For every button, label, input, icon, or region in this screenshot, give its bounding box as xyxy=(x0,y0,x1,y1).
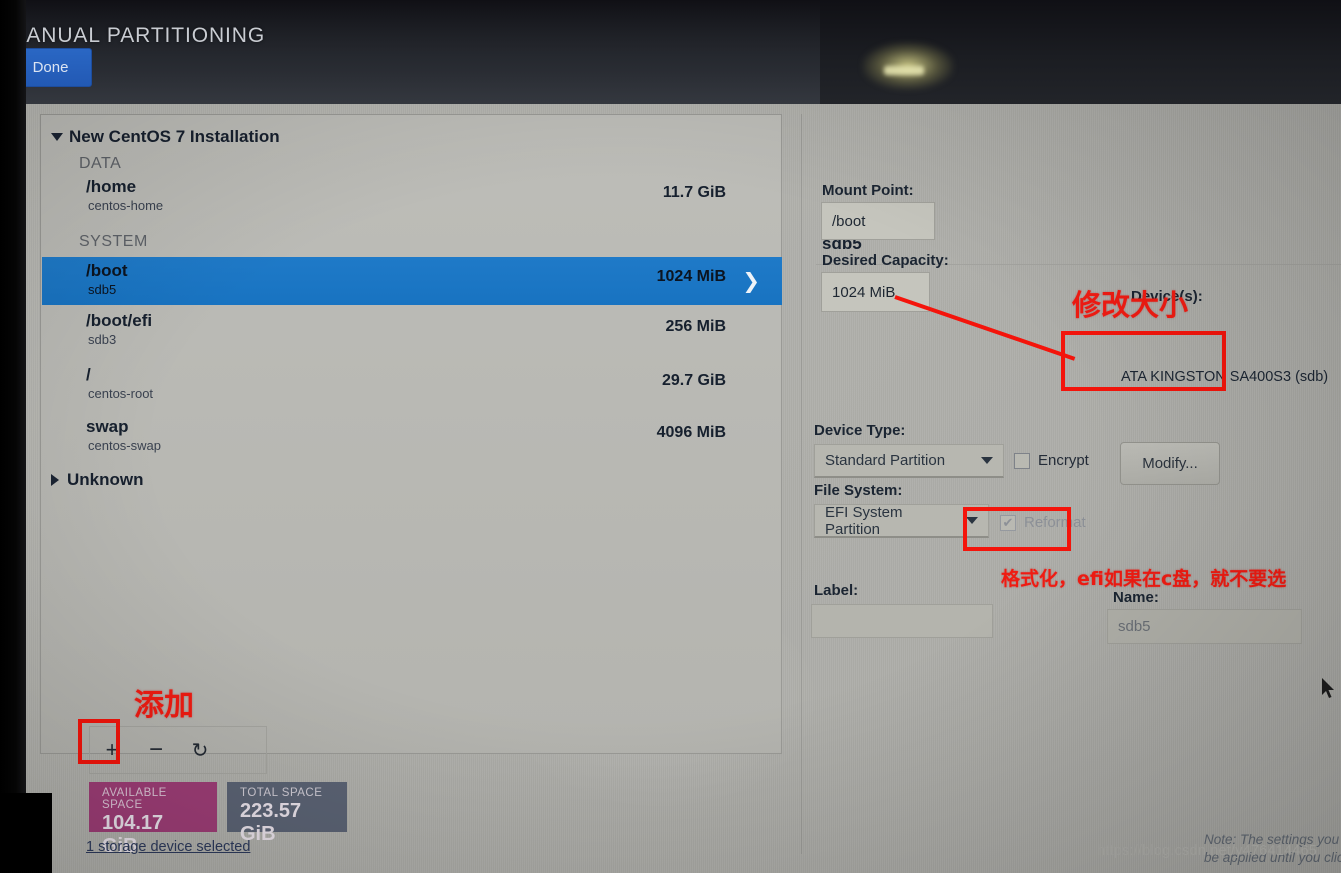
page-title: MANUAL PARTITIONING xyxy=(8,24,266,47)
refresh-icon[interactable]: ↻ xyxy=(178,727,222,773)
name-input[interactable]: sdb5 xyxy=(1107,609,1302,644)
table-row-selected[interactable]: /boot sdb5 1024 MiB ❯ xyxy=(42,257,782,305)
partition-mount: swap xyxy=(86,417,129,436)
desired-capacity-input[interactable]: 1024 MiB xyxy=(821,272,930,312)
table-row[interactable]: /home centos-home 11.7 GiB xyxy=(42,173,782,221)
table-row[interactable]: / centos-root 29.7 GiB xyxy=(42,361,782,409)
device-type-select[interactable]: Standard Partition xyxy=(814,444,1004,478)
minus-icon[interactable]: − xyxy=(134,727,178,773)
encrypt-label: Encrypt xyxy=(1038,452,1089,469)
label-field-label: Label: xyxy=(814,582,859,599)
partition-device: centos-home xyxy=(88,198,164,213)
partition-size: 11.7 GiB xyxy=(662,184,726,201)
content-surface: New CentOS 7 Installation DATA /home cen… xyxy=(26,104,1341,873)
monitor-bezel-corner xyxy=(0,793,52,873)
partition-size: 29.7 GiB xyxy=(661,372,726,389)
partition-device: centos-root xyxy=(88,386,154,401)
annotation-add: 添加 xyxy=(134,688,194,723)
tree-root-new-installation[interactable]: New CentOS 7 Installation xyxy=(51,127,280,147)
checkbox-icon xyxy=(1014,452,1030,469)
available-space-caption: AVAILABLE SPACE xyxy=(102,787,167,811)
partition-size: 4096 MiB xyxy=(656,424,726,441)
file-system-value: EFI System Partition xyxy=(825,503,903,538)
space-summary: AVAILABLE SPACE 104.17 GiB TOTAL SPACE 2… xyxy=(89,782,347,857)
group-label-data: DATA xyxy=(79,155,122,172)
label-input[interactable] xyxy=(811,604,993,638)
encrypt-checkbox[interactable]: Encrypt xyxy=(1014,452,1089,469)
annotation-box-modify xyxy=(1061,331,1226,391)
panel-divider xyxy=(801,114,802,854)
total-space-badge: TOTAL SPACE 223.57 GiB xyxy=(227,782,347,845)
mount-point-label: Mount Point: xyxy=(822,182,914,199)
file-system-label: File System: xyxy=(814,482,903,499)
partition-mount: /home xyxy=(86,177,137,196)
device-type-label: Device Type: xyxy=(814,422,906,439)
tree-node-unknown[interactable]: Unknown xyxy=(51,470,144,490)
screen-glare-core xyxy=(884,66,924,75)
total-space-caption: TOTAL SPACE xyxy=(240,787,323,799)
tree-root-label: New CentOS 7 Installation xyxy=(69,127,280,146)
chevron-right-icon xyxy=(51,474,59,486)
chevron-down-icon xyxy=(51,133,63,141)
partition-mount: /boot/efi xyxy=(86,311,153,330)
watermark: https://blog.csdn.net/y476414465 xyxy=(1097,843,1318,859)
annotation-modify-size: 修改大小 xyxy=(1072,288,1189,322)
partition-device: centos-swap xyxy=(88,438,161,453)
table-row[interactable]: swap centos-swap 4096 MiB xyxy=(42,413,782,461)
partition-device: sdb3 xyxy=(88,332,117,347)
header-sheen xyxy=(0,0,820,104)
annotation-box-add xyxy=(78,719,120,764)
partition-mount: /boot xyxy=(86,261,128,280)
annotation-arrow-line xyxy=(894,295,1076,361)
tree-unknown-label: Unknown xyxy=(67,470,144,489)
partition-mount: / xyxy=(86,365,91,384)
available-space-badge: AVAILABLE SPACE 104.17 GiB xyxy=(89,782,217,857)
modify-button[interactable]: Modify... xyxy=(1120,442,1220,485)
group-label-system: SYSTEM xyxy=(79,233,148,250)
monitor-bezel-left xyxy=(0,0,26,873)
desired-capacity-label: Desired Capacity: xyxy=(822,252,949,269)
mount-point-input[interactable]: /boot xyxy=(821,202,935,240)
screenshot-root: MANUAL PARTITIONING Done New CentOS 7 In… xyxy=(0,0,1341,873)
mouse-cursor-icon xyxy=(1322,678,1334,698)
installer-header: MANUAL PARTITIONING Done xyxy=(0,0,1341,104)
storage-device-selected-link[interactable]: 1 storage device selected xyxy=(86,839,250,855)
main-content: New CentOS 7 Installation DATA /home cen… xyxy=(26,104,1341,873)
total-space-value: 223.57 GiB xyxy=(240,800,302,845)
table-row[interactable]: /boot/efi sdb3 256 MiB xyxy=(42,307,782,355)
name-field-label: Name: xyxy=(1113,589,1159,606)
partition-size: 256 MiB xyxy=(665,318,726,335)
chevron-right-icon: ❯ xyxy=(742,270,760,293)
partition-list-panel: New CentOS 7 Installation DATA /home cen… xyxy=(40,114,782,857)
partition-size: 1024 MiB xyxy=(656,268,726,285)
partition-device: sdb5 xyxy=(88,282,117,297)
chevron-down-icon xyxy=(981,457,993,464)
annotation-reformat-note: 格式化，efi如果在c盘，就不要选 xyxy=(1001,568,1287,590)
annotation-box-reformat xyxy=(963,507,1071,551)
device-type-value: Standard Partition xyxy=(825,452,946,469)
